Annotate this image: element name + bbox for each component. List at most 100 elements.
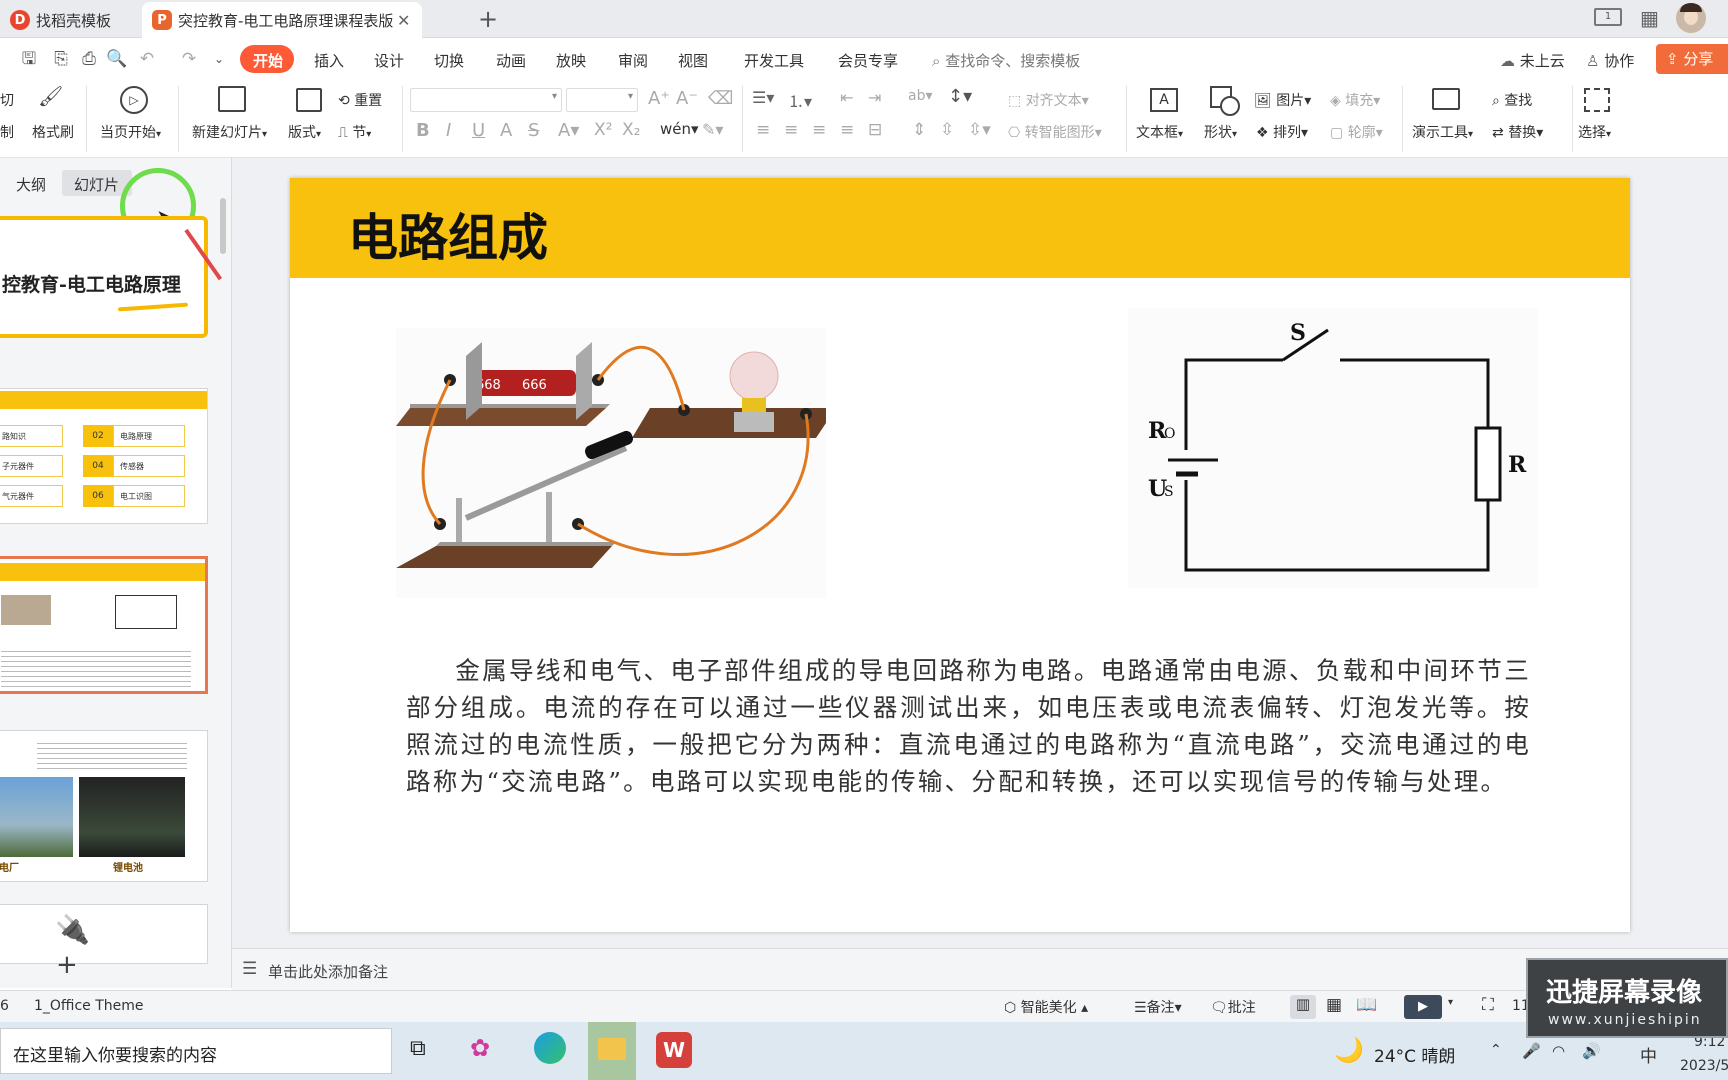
bold-icon[interactable]: B: [416, 120, 430, 141]
superscript-icon[interactable]: X²: [594, 120, 612, 140]
menu-item-developer[interactable]: 开发工具: [744, 50, 804, 71]
outdent-icon[interactable]: ⇤: [840, 88, 853, 107]
task-view-icon[interactable]: ⧉: [410, 1036, 426, 1061]
bullet-list-icon[interactable]: ☰▾: [752, 88, 774, 107]
copy-button[interactable]: 复制: [0, 122, 14, 142]
present-tools-button[interactable]: 演示工具▾: [1412, 122, 1473, 142]
strikethrough-icon[interactable]: S: [528, 120, 539, 141]
align-right-icon[interactable]: ≡: [812, 120, 826, 140]
print-preview-icon[interactable]: 🔍: [106, 48, 128, 70]
slide-canvas[interactable]: 电路组成 668 666 S R O U S R 金属导线和电气、电子部件组成的…: [290, 178, 1630, 932]
smart-shape-button[interactable]: ⎔ 转智能图形▾: [1008, 122, 1102, 142]
search-command-field[interactable]: ⌕ 查找命令、搜索模板: [932, 50, 1080, 71]
slide-body-text[interactable]: 金属导线和电气、电子部件组成的导电回路称为电路。电路通常由电源、负载和中间环节三…: [406, 652, 1531, 800]
play-slideshow-button[interactable]: ▶: [1404, 995, 1442, 1019]
add-slide-button[interactable]: +: [56, 950, 78, 980]
menu-item-insert[interactable]: 插入: [314, 50, 344, 71]
chevron-up-icon[interactable]: ⌃: [1490, 1042, 1502, 1058]
close-icon[interactable]: ✕: [397, 11, 410, 30]
slide-thumb-3-current[interactable]: [0, 556, 208, 694]
outline-button[interactable]: ▢ 轮廓▾: [1330, 122, 1383, 142]
font-color-icon[interactable]: A▾: [558, 120, 579, 141]
distribute-icon[interactable]: ⊟: [868, 120, 882, 140]
line-spacing-icon[interactable]: ⇕: [912, 120, 926, 140]
column-spacing-icon[interactable]: ⇳▾: [968, 120, 991, 140]
new-tab-button[interactable]: +: [478, 5, 498, 33]
arrange-button[interactable]: ❖ 排列▾: [1256, 122, 1308, 142]
taskbar-search-box[interactable]: 在这里输入你要搜索的内容: [0, 1028, 392, 1074]
font-size-select[interactable]: ▾: [566, 88, 638, 112]
menu-item-design[interactable]: 设计: [374, 50, 404, 71]
volume-icon[interactable]: 🔊: [1582, 1042, 1601, 1060]
slide-thumb-5[interactable]: 🔌: [0, 904, 208, 964]
tab-slides[interactable]: 幻灯片: [74, 174, 119, 195]
slide-thumb-2[interactable]: 路知识 02 电路原理 子元器件 04 传感器 气元器件 06 电工识图: [0, 388, 208, 524]
redo-icon[interactable]: ↷: [178, 48, 200, 70]
weather-text[interactable]: 24°C 晴朗: [1374, 1042, 1455, 1067]
menu-item-transition[interactable]: 切换: [434, 50, 464, 71]
text-direction-icon[interactable]: ab▾: [908, 88, 933, 104]
new-slide-button[interactable]: 新建幻灯片▾: [192, 122, 267, 142]
notes-placeholder[interactable]: 单击此处添加备注: [268, 961, 388, 982]
edge-browser-icon[interactable]: [534, 1032, 566, 1064]
select-button[interactable]: 选择▾: [1578, 122, 1611, 142]
italic-icon[interactable]: I: [446, 120, 451, 141]
theme-name[interactable]: 1_Office Theme: [34, 998, 144, 1014]
picture-button[interactable]: 🖼 图片▾: [1254, 90, 1311, 110]
save-icon[interactable]: 🖫: [18, 48, 40, 70]
align-text-button[interactable]: ⬚ 对齐文本▾: [1008, 90, 1089, 110]
font-family-select[interactable]: ▾: [410, 88, 562, 112]
wps-app-icon[interactable]: W: [656, 1032, 692, 1068]
normal-view-icon[interactable]: ▥: [1290, 995, 1316, 1019]
print-icon[interactable]: ⎙: [78, 48, 100, 70]
align-center-icon[interactable]: ≡: [784, 120, 798, 140]
format-painter-button[interactable]: 格式刷: [32, 122, 74, 142]
tab-daoke-template[interactable]: D 找稻壳模板: [0, 2, 140, 38]
clear-format-icon[interactable]: ⌫: [708, 88, 733, 109]
subscript-icon[interactable]: X₂: [622, 120, 640, 140]
justify-icon[interactable]: ≡: [840, 120, 854, 140]
fill-button[interactable]: ◈ 填充▾: [1330, 90, 1380, 110]
undo-icon[interactable]: ↶: [136, 48, 158, 70]
sort-icon[interactable]: ↕▾: [948, 86, 972, 107]
sorter-view-icon[interactable]: ▦: [1326, 995, 1342, 1015]
indent-icon[interactable]: ⇥: [868, 88, 881, 107]
grid-apps-icon[interactable]: ▦: [1640, 6, 1659, 30]
menu-item-animation[interactable]: 动画: [496, 50, 526, 71]
font-grow-icon[interactable]: A⁺: [648, 88, 670, 109]
notes-bar[interactable]: ☰ 单击此处添加备注: [232, 948, 1728, 990]
notes-toggle-button[interactable]: ☰备注▾: [1134, 997, 1182, 1017]
comment-button[interactable]: 🗨批注: [1210, 997, 1256, 1017]
menu-item-slideshow[interactable]: 放映: [556, 50, 586, 71]
menu-item-home[interactable]: 开始: [253, 50, 283, 71]
find-button[interactable]: ⌕ 查找: [1492, 90, 1532, 110]
align-left-icon[interactable]: ≡: [756, 120, 770, 140]
menu-item-review[interactable]: 审阅: [618, 50, 648, 71]
cloud-status[interactable]: ☁ 未上云: [1500, 50, 1565, 71]
pinyin-icon[interactable]: wén▾: [660, 120, 699, 138]
number-list-icon[interactable]: ⒈▾: [788, 88, 812, 112]
wifi-icon[interactable]: ◠: [1552, 1042, 1565, 1060]
font-shrink-icon[interactable]: A⁻: [676, 88, 698, 109]
replace-button[interactable]: ⇄ 替换▾: [1492, 122, 1543, 142]
highlight-icon[interactable]: ✎▾: [702, 120, 723, 139]
cut-button[interactable]: 剪切: [0, 90, 14, 110]
textbox-button[interactable]: 文本框▾: [1136, 122, 1183, 142]
share-button[interactable]: ⇪ 分享: [1656, 44, 1728, 74]
section-button[interactable]: ⎍ 节▾: [338, 122, 371, 142]
tab-outline[interactable]: 大纲: [16, 174, 46, 195]
menu-item-view[interactable]: 视图: [678, 50, 708, 71]
panel-scrollbar[interactable]: [220, 198, 226, 254]
menu-item-member[interactable]: 会员专享: [838, 50, 898, 71]
paragraph-spacing-icon[interactable]: ⇳: [940, 120, 954, 140]
file-explorer-icon[interactable]: [588, 1022, 636, 1080]
window-layout-icon[interactable]: 1: [1594, 8, 1622, 26]
shape-button[interactable]: 形状▾: [1204, 122, 1237, 142]
reset-button[interactable]: ⟲ 重置: [338, 90, 382, 110]
tab-current-document[interactable]: P 突控教育-电工电路原理课程表版 ✕: [142, 2, 422, 38]
reading-view-icon[interactable]: 📖: [1356, 995, 1377, 1015]
avatar[interactable]: [1676, 3, 1706, 33]
shadow-a-icon[interactable]: A: [500, 120, 512, 141]
paint-app-icon[interactable]: ✿: [470, 1034, 490, 1062]
layout-button[interactable]: 版式▾: [288, 122, 321, 142]
